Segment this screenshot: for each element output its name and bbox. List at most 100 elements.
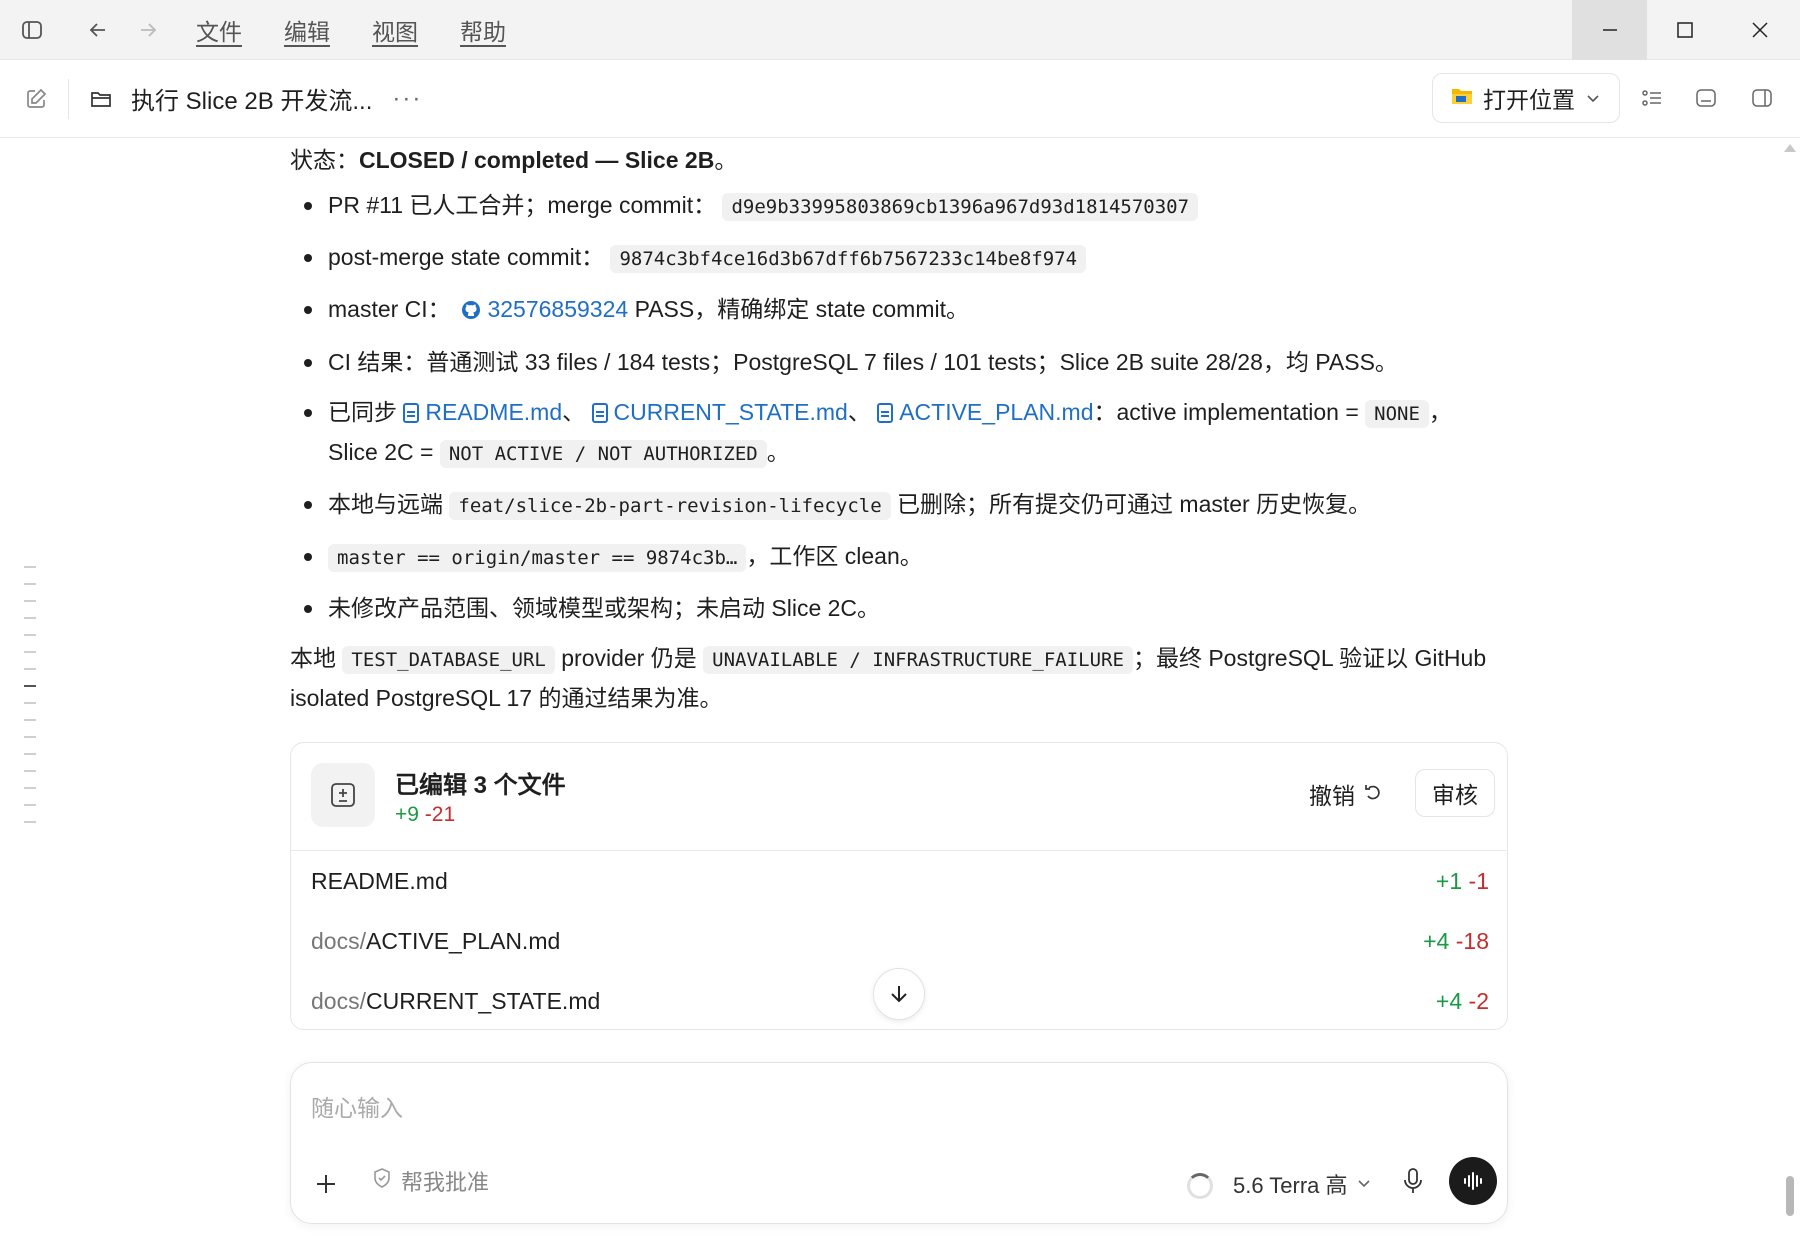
bullet-text: Slice 2C = bbox=[328, 439, 440, 465]
thread-title[interactable]: 执行 Slice 2B 开发流... bbox=[131, 81, 372, 116]
bullet-text: ，工作区 clean。 bbox=[746, 543, 923, 569]
vertical-scrollbar[interactable] bbox=[1784, 140, 1796, 1220]
menu-help[interactable]: 帮助 bbox=[460, 13, 506, 47]
status-value: CLOSED / completed — Slice 2B bbox=[359, 147, 715, 173]
document-icon bbox=[403, 403, 420, 423]
approval-mode-button[interactable]: 帮我批准 bbox=[371, 1159, 489, 1203]
document-icon bbox=[877, 403, 894, 423]
master-state-code: master == origin/master == 9874c3b… bbox=[328, 544, 747, 572]
edited-files-stats: +9 -21 bbox=[395, 803, 455, 827]
open-location-button[interactable]: 打开位置 bbox=[1432, 73, 1620, 123]
bullet-text: ：active implementation = bbox=[1093, 399, 1366, 425]
undo-label: 撤销 bbox=[1309, 783, 1355, 809]
separator: 、 bbox=[847, 399, 871, 425]
file-added: +4 bbox=[1435, 987, 1463, 1014]
file-explorer-icon bbox=[1451, 85, 1473, 112]
back-arrow-icon[interactable] bbox=[80, 12, 116, 48]
scroll-up-arrow-icon[interactable] bbox=[1784, 144, 1796, 152]
note-text: 本地 bbox=[290, 645, 343, 671]
file-name: README.md bbox=[311, 867, 448, 894]
bullet-text: PASS，精确绑定 state commit。 bbox=[628, 296, 969, 322]
list-item: master CI： 32576859324 PASS，精确绑定 state c… bbox=[290, 290, 1512, 331]
minimize-button[interactable] bbox=[1572, 0, 1647, 60]
message-input[interactable]: 随心输入 bbox=[311, 1089, 403, 1123]
open-location-label: 打开位置 bbox=[1483, 87, 1575, 113]
bullet-text: 。 bbox=[766, 439, 790, 465]
list-item: CI 结果：普通测试 33 files / 184 tests；PostgreS… bbox=[290, 343, 1512, 381]
branch-code: feat/slice-2b-part-revision-lifecycle bbox=[449, 492, 891, 520]
edited-files-title: 已编辑 3 个文件 bbox=[395, 772, 566, 799]
file-added: +4 bbox=[1423, 927, 1450, 954]
outline-navigator[interactable] bbox=[24, 566, 38, 838]
file-removed: -2 bbox=[1468, 987, 1489, 1014]
status-suffix: 。 bbox=[714, 147, 738, 173]
list-item: PR #11 已人工合并；merge commit： d9e9b33995803… bbox=[290, 186, 1512, 226]
chevron-down-icon bbox=[1585, 85, 1601, 112]
menu-edit[interactable]: 编辑 bbox=[284, 13, 330, 47]
bullet-text: master CI： bbox=[328, 296, 451, 322]
waveform-icon bbox=[1464, 1172, 1482, 1190]
file-dir: docs/ bbox=[311, 927, 366, 954]
close-button[interactable] bbox=[1722, 0, 1797, 60]
loading-spinner-icon bbox=[1187, 1173, 1213, 1199]
ci-run-link[interactable]: 32576859324 bbox=[487, 296, 628, 322]
file-added: +1 bbox=[1435, 867, 1463, 894]
list-item: 未修改产品范围、领域模型或架构；未启动 Slice 2C。 bbox=[290, 589, 1512, 627]
undo-button[interactable]: 撤销 bbox=[1309, 777, 1383, 811]
bullet-text: 已删除；所有提交仍可通过 master 历史恢复。 bbox=[890, 491, 1372, 517]
file-name: ACTIVE_PLAN.md bbox=[365, 927, 561, 954]
note-text: provider 仍是 bbox=[554, 645, 704, 671]
separator: 、 bbox=[562, 399, 586, 425]
summary-list: PR #11 已人工合并；merge commit： d9e9b33995803… bbox=[290, 186, 1512, 627]
toolbar-divider bbox=[68, 78, 69, 119]
note-paragraph: 本地 TEST_DATABASE_URL provider 仍是 UNAVAIL… bbox=[290, 639, 1512, 717]
file-diff-stat: +4 -18 bbox=[1423, 928, 1489, 955]
scroll-to-bottom-button[interactable] bbox=[873, 968, 925, 1020]
provider-status-code: UNAVAILABLE / INFRASTRUCTURE_FAILURE bbox=[703, 646, 1133, 674]
microphone-button[interactable] bbox=[1401, 1167, 1425, 1201]
side-panel-icon[interactable] bbox=[1746, 82, 1778, 114]
document-icon bbox=[591, 403, 608, 423]
bullet-text: 已同步 bbox=[328, 399, 404, 425]
bullet-text: post-merge state commit： bbox=[328, 244, 605, 270]
maximize-button[interactable] bbox=[1647, 0, 1722, 60]
readme-link[interactable]: README.md bbox=[425, 399, 562, 425]
file-row[interactable]: README.md +1 -1 bbox=[291, 851, 1507, 911]
shield-icon bbox=[371, 1167, 393, 1195]
more-options-button[interactable]: ··· bbox=[392, 85, 422, 113]
slice-2c-code: NOT ACTIVE / NOT AUTHORIZED bbox=[439, 440, 767, 468]
task-list-icon[interactable] bbox=[1636, 82, 1668, 114]
merge-commit-code: d9e9b33995803869cb1396a967d93d1814570307 bbox=[722, 193, 1199, 221]
menu-view[interactable]: 视图 bbox=[372, 13, 418, 47]
scrollbar-thumb[interactable] bbox=[1786, 1176, 1794, 1216]
review-button[interactable]: 审核 bbox=[1415, 769, 1495, 817]
add-attachment-button[interactable] bbox=[315, 1173, 337, 1196]
terminal-panel-icon[interactable] bbox=[1690, 82, 1722, 114]
edited-files-header: 已编辑 3 个文件 +9 -21 撤销 审核 bbox=[291, 743, 1507, 851]
lines-removed: -21 bbox=[424, 803, 456, 826]
github-icon bbox=[461, 293, 481, 331]
state-commit-code: 9874c3bf4ce16d3b67dff6b7567233c14be8f974 bbox=[610, 245, 1087, 273]
file-dir: docs/ bbox=[311, 987, 366, 1014]
model-selector[interactable]: 5.6 Terra 高 bbox=[1233, 1168, 1372, 1200]
sidebar-toggle-icon[interactable] bbox=[14, 12, 50, 48]
list-item: 本地与远端 feat/slice-2b-part-revision-lifecy… bbox=[290, 485, 1512, 525]
active-plan-link[interactable]: ACTIVE_PLAN.md bbox=[899, 399, 1093, 425]
bullet-text: CI 结果：普通测试 33 files / 184 tests；PostgreS… bbox=[328, 349, 1398, 375]
menu-file[interactable]: 文件 bbox=[196, 13, 242, 47]
bullet-text: 未修改产品范围、领域模型或架构；未启动 Slice 2C。 bbox=[328, 595, 881, 621]
active-impl-code: NONE bbox=[1365, 400, 1429, 428]
file-removed: -1 bbox=[1468, 867, 1489, 894]
current-state-link[interactable]: CURRENT_STATE.md bbox=[614, 399, 848, 425]
file-name: CURRENT_STATE.md bbox=[365, 987, 601, 1014]
list-item: post-merge state commit： 9874c3bf4ce16d3… bbox=[290, 238, 1512, 278]
list-item: master == origin/master == 9874c3b… ，工作区 … bbox=[290, 537, 1512, 577]
bullet-text: PR #11 已人工合并；merge commit： bbox=[328, 192, 717, 218]
lines-added: +9 bbox=[395, 803, 419, 826]
approval-mode-label: 帮我批准 bbox=[401, 1170, 490, 1195]
voice-mode-button[interactable] bbox=[1449, 1157, 1497, 1205]
new-chat-icon[interactable] bbox=[18, 81, 54, 117]
bullet-text: ， bbox=[1428, 399, 1452, 425]
forward-arrow-icon[interactable] bbox=[130, 12, 166, 48]
file-row[interactable]: docs/ACTIVE_PLAN.md +4 -18 bbox=[291, 911, 1507, 971]
